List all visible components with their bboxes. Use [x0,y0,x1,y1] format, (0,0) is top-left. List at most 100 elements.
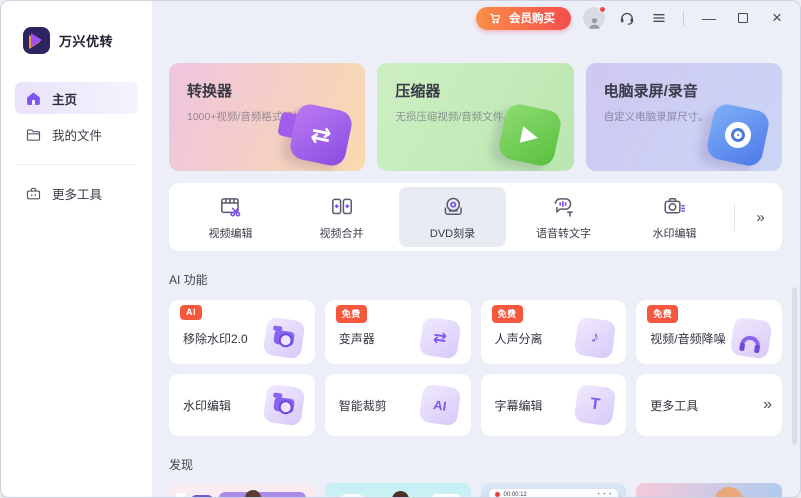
vertical-scrollbar[interactable] [792,287,797,445]
membership-buy-button[interactable]: 会员购买 [476,7,571,30]
size-pill-before: 1GB [341,494,363,498]
more-tools-chevron: » [763,396,770,414]
discover-section-title: 发现 [169,456,782,473]
voice-changer-icon: ⇄ [418,317,461,360]
app-logo-row: 万兴优转 [1,1,152,54]
sidebar-item-my-files[interactable]: 我的文件 [15,118,138,150]
screen-recorder-card[interactable]: 电脑录屏/录音 自定义电脑录屏尺寸。 [586,63,782,171]
free-badge: 免费 [647,305,678,323]
record-ring-icon [723,120,754,151]
record-dot-icon [495,492,500,497]
discover-thumb-2[interactable]: 1GB 120MB [325,483,471,498]
app-title: 万兴优转 [59,31,113,50]
maximize-button[interactable] [732,8,754,28]
thumb-button [175,493,186,498]
app-logo-icon [23,27,50,54]
size-pill-after: 120MB [431,494,460,498]
tool-dvd-burn[interactable]: DVD刻录 [399,187,506,247]
ai-card-vocal-remover[interactable]: 免费 人声分离 ♪ [481,300,627,364]
discover-thumb-1[interactable]: MP4 [169,483,315,498]
sidebar-item-label: 更多工具 [52,184,102,203]
compressor-3d-icon: ▶ [496,102,562,168]
compressor-card[interactable]: 压缩器 无损压缩视频/音频文件。 ▶ [377,63,573,171]
main-content: 转换器 1000+视频/音频格式转换。 ⇄ 压缩器 无损压缩视频/音频文件。 ▶… [153,35,800,498]
vocal-remover-icon: ♪ [574,317,617,360]
sidebar-divider [17,164,136,165]
main-column: 会员购买 — × 转换器 1000+视频/音频格式转换。 [153,1,800,497]
ai-card-more-tools[interactable]: 更多工具 » [636,374,782,436]
quick-tools-row: 视频编辑 视频合并 DVD刻录 [169,183,782,251]
tool-speech-to-text[interactable]: 语音转文字 [510,187,617,247]
tool-label: 水印编辑 [653,225,697,241]
tools-divider [734,203,735,231]
thumb-panel [219,492,306,498]
sidebar-item-label: 主页 [52,89,77,108]
camera-icon [262,317,305,360]
membership-buy-label: 会员购买 [509,10,555,26]
recording-timer: 00:00:12 [504,492,527,498]
recorder-3d-icon [705,102,771,168]
ai-card-title: 人声分离 [495,330,543,347]
minimize-button[interactable]: — [698,8,720,28]
ai-card-title: 智能裁剪 [339,397,387,414]
headset-support-icon[interactable] [617,8,637,28]
discover-grid: MP4 1GB 120MB 00:00:12 • • • [169,483,782,498]
camera-icon [262,384,305,427]
sidebar-nav: 主页 我的文件 更多工具 [1,82,152,213]
feature-title: 压缩器 [395,80,555,101]
sidebar-item-more-tools[interactable]: 更多工具 [15,177,138,209]
toolbox-icon [25,185,42,202]
discover-thumb-3[interactable]: 00:00:12 • • • [481,483,627,498]
ai-section-title: AI 功能 [169,271,782,288]
user-avatar[interactable] [583,7,605,29]
recording-toolbar: 00:00:12 • • • [489,489,619,498]
ai-cards-grid: AI 移除水印2.0 免费 变声器 ⇄ 免费 人声分离 ♪ 免费 视频/音频降噪 [169,300,782,436]
sidebar-item-label: 我的文件 [52,125,102,144]
hamburger-menu-icon[interactable] [649,8,669,28]
ai-card-watermark-edit[interactable]: 水印编辑 [169,374,315,436]
tool-label: 视频合并 [320,225,364,241]
folder-icon [25,126,42,143]
ai-card-title: 移除水印2.0 [183,330,248,347]
ai-card-remove-watermark[interactable]: AI 移除水印2.0 [169,300,315,364]
ai-card-voice-changer[interactable]: 免费 变声器 ⇄ [325,300,471,364]
toolbar-icons: • • • [598,492,613,498]
feature-cards: 转换器 1000+视频/音频格式转换。 ⇄ 压缩器 无损压缩视频/音频文件。 ▶… [169,63,782,171]
feature-title: 转换器 [187,80,347,101]
notification-dot [599,6,606,13]
free-badge: 免费 [336,305,367,323]
ai-card-title: 字幕编辑 [495,397,543,414]
close-button[interactable]: × [766,8,788,28]
tool-label: 视频编辑 [209,225,253,241]
tool-video-merge[interactable]: 视频合并 [288,187,395,247]
sidebar: 万兴优转 主页 我的文件 更多工具 [1,1,153,497]
video-merge-icon [329,194,355,220]
converter-card[interactable]: 转换器 1000+视频/音频格式转换。 ⇄ [169,63,365,171]
ai-badge: AI [180,305,202,320]
titlebar-separator [683,11,684,26]
ai-card-title: 更多工具 [650,397,698,414]
tools-more-button[interactable]: » [743,209,776,226]
tool-label: DVD刻录 [430,225,475,241]
person-head [245,490,261,498]
tool-label: 语音转文字 [536,225,591,241]
tool-watermark-edit[interactable]: 水印编辑 [621,187,728,247]
dvd-burn-icon [440,194,466,220]
titlebar: 会员购买 — × [153,1,800,35]
discover-thumb-4[interactable] [636,483,782,498]
denoise-headphones-icon [730,317,773,360]
watermark-edit-icon [662,194,688,220]
ai-card-denoise[interactable]: 免费 视频/音频降噪 [636,300,782,364]
speech-to-text-icon [551,194,577,220]
video-edit-icon [218,194,244,220]
smart-crop-icon: AI [418,384,461,427]
sidebar-item-home[interactable]: 主页 [15,82,138,114]
ai-card-title: 水印编辑 [183,397,231,414]
ai-card-title: 变声器 [339,330,375,347]
tool-video-edit[interactable]: 视频编辑 [177,187,284,247]
ai-card-smart-crop[interactable]: 智能裁剪 AI [325,374,471,436]
converter-3d-icon: ⇄ [288,102,354,168]
home-icon [25,90,42,107]
ai-card-subtitle-edit[interactable]: 字幕编辑 T [481,374,627,436]
feature-title: 电脑录屏/录音 [604,80,764,101]
